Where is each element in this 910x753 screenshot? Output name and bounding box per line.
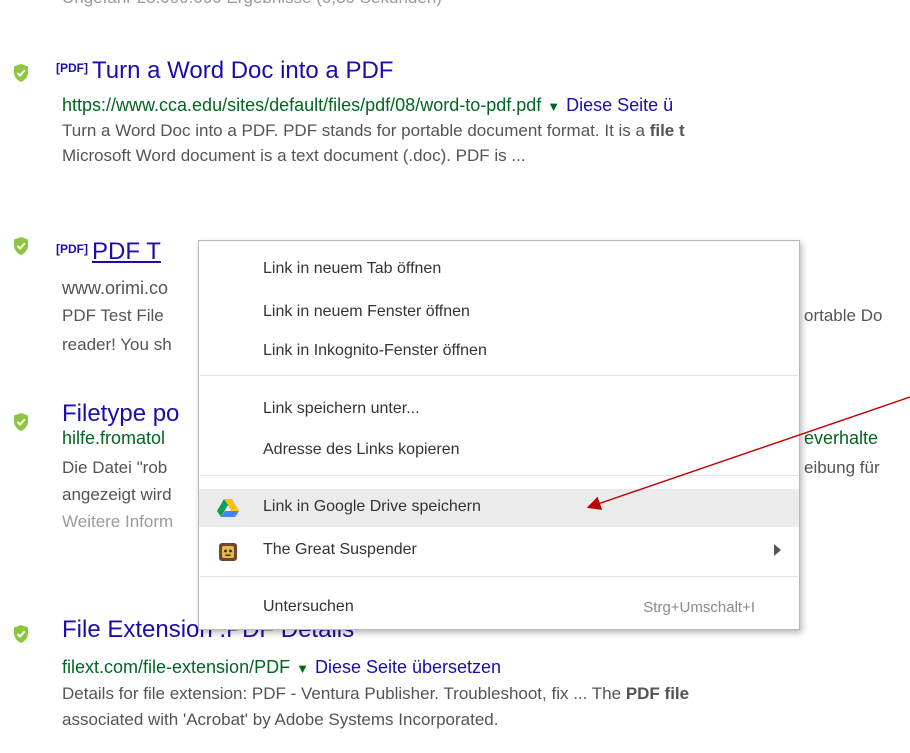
result-title-link[interactable]: [PDF] Turn a Word Doc into a PDF <box>56 57 393 85</box>
result-snippet-line: Weitere Inform <box>62 512 174 531</box>
menu-item-copy-link-address[interactable]: Adresse des Links kopieren <box>199 434 799 468</box>
menu-item-inspect[interactable]: Untersuchen Strg+Umschalt+I <box>199 591 799 625</box>
result-snippet-line: ortable Do <box>804 306 883 325</box>
snippet-text: Turn a Word Doc into a PDF. PDF stands f… <box>62 121 650 140</box>
result-snippet-line: associated with 'Acrobat' by Adobe Syste… <box>62 710 499 729</box>
result-snippet-line: PDF Test File <box>62 306 164 325</box>
snippet-bold: file t <box>649 121 685 140</box>
result-title[interactable]: Turn a Word Doc into a PDF <box>92 57 393 84</box>
result-title[interactable]: Filetype po <box>62 400 179 428</box>
google-drive-icon <box>217 499 239 517</box>
submenu-arrow-icon <box>774 544 781 556</box>
pdf-tag: [PDF] <box>56 241 88 256</box>
snippet-text: Details for file extension: PDF - Ventur… <box>62 684 626 703</box>
url-dropdown-icon[interactable]: ▼ <box>296 661 309 676</box>
result-url[interactable]: hilfe.fromatol <box>62 428 165 449</box>
menu-item-label: Link in Inkognito-Fenster öffnen <box>263 342 487 359</box>
shield-check-icon <box>14 413 28 431</box>
menu-separator <box>200 375 798 376</box>
result-snippet-line: Microsoft Word document is a text docume… <box>62 146 526 165</box>
menu-item-label: The Great Suspender <box>263 541 417 558</box>
menu-item-label: Untersuchen <box>263 598 354 615</box>
menu-item-label: Link in Google Drive speichern <box>263 498 481 515</box>
menu-separator <box>200 576 798 577</box>
menu-item-open-new-tab[interactable]: Link in neuem Tab öffnen <box>199 253 799 287</box>
context-menu: Link in neuem Tab öffnen Link in neuem F… <box>198 240 800 630</box>
result-url-line: https://www.cca.edu/sites/default/files/… <box>62 95 673 116</box>
pdf-tag: [PDF] <box>56 60 88 75</box>
result-url[interactable]: everhalte <box>804 428 878 449</box>
menu-item-shortcut: Strg+Umschalt+I <box>643 599 755 616</box>
result-snippet-line: Details for file extension: PDF - Ventur… <box>62 684 689 704</box>
result-url[interactable]: www.orimi.co <box>62 278 168 299</box>
menu-item-label: Link speichern unter... <box>263 400 420 417</box>
result-snippet-line: Turn a Word Doc into a PDF. PDF stands f… <box>62 121 685 141</box>
results-stats-fragment: Ungefähr 23.000.000 Ergebnisse (0,30 Sek… <box>62 0 442 8</box>
menu-item-save-to-google-drive[interactable]: Link in Google Drive speichern <box>199 489 799 527</box>
result-title-link[interactable]: [PDF] PDF T <box>56 238 161 266</box>
menu-item-label: Adresse des Links kopieren <box>263 441 460 458</box>
menu-item-label: Link in neuem Tab öffnen <box>263 260 442 277</box>
result-url-line: filext.com/file-extension/PDF ▼ Diese Seit… <box>62 657 501 678</box>
menu-item-save-link-as[interactable]: Link speichern unter... <box>199 393 799 427</box>
result-title[interactable]: PDF T <box>92 238 161 265</box>
shield-check-icon <box>14 625 28 643</box>
url-dropdown-icon[interactable]: ▼ <box>547 99 560 114</box>
result-snippet-line: reader! You sh <box>62 335 172 354</box>
snippet-bold: PDF file <box>625 684 690 703</box>
menu-item-label: Link in neuem Fenster öffnen <box>263 303 470 320</box>
menu-item-open-new-window[interactable]: Link in neuem Fenster öffnen <box>199 296 799 330</box>
result-snippet-line: eibung für <box>804 458 880 477</box>
translate-link[interactable]: Diese Seite übersetzen <box>315 657 501 677</box>
result-url[interactable]: filext.com/file-extension/PDF <box>62 657 290 677</box>
great-suspender-icon <box>219 543 237 561</box>
shield-check-icon <box>14 237 28 255</box>
result-url[interactable]: https://www.cca.edu/sites/default/files/… <box>62 95 541 115</box>
result-snippet-line: Die Datei "rob <box>62 458 168 477</box>
menu-item-open-incognito[interactable]: Link in Inkognito-Fenster öffnen <box>199 335 799 369</box>
shield-check-icon <box>14 64 28 82</box>
menu-item-great-suspender[interactable]: The Great Suspender <box>199 534 799 568</box>
result-snippet-line: angezeigt wird <box>62 485 172 504</box>
translate-link[interactable]: Diese Seite ü <box>566 95 673 115</box>
menu-separator <box>200 475 798 476</box>
